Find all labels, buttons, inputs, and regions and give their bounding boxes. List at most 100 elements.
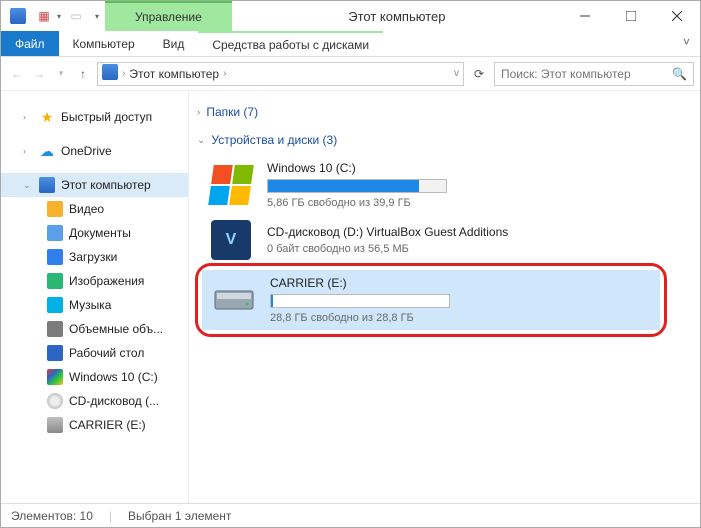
drive-icon (47, 369, 63, 385)
close-button[interactable] (654, 1, 700, 31)
group-label: Папки (7) (206, 105, 258, 119)
sidebar-item-drive-c[interactable]: Windows 10 (C:) (1, 365, 188, 389)
minimize-button[interactable] (562, 1, 608, 31)
drive-list: Windows 10 (C:) 5,86 ГБ свободно из 39,9… (191, 155, 690, 337)
address-row: ← → ▾ ↑ › Этот компьютер › v ⟳ 🔍 (1, 57, 700, 91)
recent-dropdown-icon[interactable]: ▾ (51, 64, 71, 84)
new-folder-icon[interactable]: ▭ (65, 5, 87, 27)
sidebar-item-label: CD-дисковод (... (69, 394, 159, 408)
maximize-button[interactable] (608, 1, 654, 31)
objects-icon (47, 321, 63, 337)
drive-info: CARRIER (E:) 28,8 ГБ свободно из 28,8 ГБ (270, 276, 652, 324)
nav-tree: › ★ Быстрый доступ › ☁ OneDrive ⌄ Этот к… (1, 91, 189, 503)
sidebar-item-label: OneDrive (61, 144, 112, 158)
search-input[interactable] (501, 67, 666, 81)
breadcrumb-sep-icon[interactable]: › (223, 68, 226, 79)
drive-name: CD-дисковод (D:) VirtualBox Guest Additi… (267, 225, 651, 239)
sidebar-item-documents[interactable]: Документы (1, 221, 188, 245)
search-icon[interactable]: 🔍 (672, 67, 687, 81)
sidebar-item-label: Загрузки (69, 250, 117, 264)
pc-icon (39, 177, 55, 193)
drive-icon (47, 417, 63, 433)
window-title: Этот компьютер (232, 1, 562, 31)
tab-computer[interactable]: Компьютер (59, 31, 149, 56)
group-label: Устройства и диски (3) (211, 133, 337, 147)
back-button[interactable]: ← (7, 64, 27, 84)
group-devices[interactable]: ⌄ Устройства и диски (3) (191, 127, 690, 155)
drive-e[interactable]: CARRIER (E:) 28,8 ГБ свободно из 28,8 ГБ (202, 270, 660, 330)
sidebar-item-drive-e[interactable]: CARRIER (E:) (1, 413, 188, 437)
pc-icon (7, 5, 29, 27)
sidebar-item-label: Документы (69, 226, 131, 240)
address-dropdown-icon[interactable]: v (454, 68, 459, 79)
drive-free-text: 5,86 ГБ свободно из 39,9 ГБ (267, 197, 651, 209)
nav-arrows: ← → ▾ ↑ (7, 64, 93, 84)
downloads-icon (47, 249, 63, 265)
drive-d[interactable]: V CD-дисковод (D:) VirtualBox Guest Addi… (199, 217, 659, 263)
sidebar-item-label: Этот компьютер (61, 178, 151, 192)
address-actions: ⟳ (468, 67, 490, 81)
ribbon-expand-icon[interactable]: ˅ (673, 31, 700, 56)
sidebar-item-desktop[interactable]: Рабочий стол (1, 341, 188, 365)
properties-icon[interactable]: ▦ (33, 5, 55, 27)
status-bar: Элементов: 10 | Выбран 1 элемент (1, 503, 700, 527)
sidebar-item-pictures[interactable]: Изображения (1, 269, 188, 293)
sidebar-item-onedrive[interactable]: › ☁ OneDrive (1, 139, 188, 163)
address-bar[interactable]: › Этот компьютер › v (97, 62, 464, 86)
content-pane: › Папки (7) ⌄ Устройства и диски (3) Win… (189, 91, 700, 503)
window-controls (562, 1, 700, 31)
documents-icon (47, 225, 63, 241)
collapse-icon[interactable]: ⌄ (23, 180, 33, 191)
chevron-right-icon[interactable]: › (197, 107, 200, 118)
sidebar-item-quick-access[interactable]: › ★ Быстрый доступ (1, 105, 188, 129)
drive-c[interactable]: Windows 10 (C:) 5,86 ГБ свободно из 39,9… (199, 155, 659, 215)
sidebar-item-3d-objects[interactable]: Объемные объ... (1, 317, 188, 341)
sidebar-item-label: Изображения (69, 274, 144, 288)
qat-menu-icon[interactable]: ▾ (95, 12, 99, 21)
group-folders[interactable]: › Папки (7) (191, 99, 690, 127)
ribbon-tabs: Файл Компьютер Вид Средства работы с дис… (1, 31, 700, 57)
sidebar-item-downloads[interactable]: Загрузки (1, 245, 188, 269)
sidebar-item-this-pc[interactable]: ⌄ Этот компьютер (1, 173, 188, 197)
quick-access-toolbar: ▦▾ ▭ ▾ (1, 1, 105, 31)
hdd-drive-icon (210, 280, 258, 320)
highlight-annotation: CARRIER (E:) 28,8 ГБ свободно из 28,8 ГБ (195, 263, 667, 337)
drive-name: Windows 10 (C:) (267, 161, 651, 175)
body: › ★ Быстрый доступ › ☁ OneDrive ⌄ Этот к… (1, 91, 700, 503)
chevron-down-icon[interactable]: ▾ (57, 12, 61, 21)
expand-icon[interactable]: › (23, 146, 33, 156)
contextual-tab-title: Управление (105, 1, 232, 31)
drive-free-text: 28,8 ГБ свободно из 28,8 ГБ (270, 312, 652, 324)
tab-view[interactable]: Вид (149, 31, 199, 56)
music-icon (47, 297, 63, 313)
forward-button[interactable]: → (29, 64, 49, 84)
breadcrumb-sep-icon[interactable]: › (122, 68, 125, 79)
sidebar-item-label: Рабочий стол (69, 346, 144, 360)
explorer-window: ▦▾ ▭ ▾ Управление Этот компьютер Файл Ко… (0, 0, 701, 528)
drive-free-text: 0 байт свободно из 56,5 МБ (267, 243, 651, 255)
sidebar-item-label: Видео (69, 202, 104, 216)
sidebar-item-label: Быстрый доступ (61, 110, 152, 124)
tab-disk-tools[interactable]: Средства работы с дисками (198, 31, 383, 56)
up-button[interactable]: ↑ (73, 64, 93, 84)
pc-icon (102, 64, 118, 83)
sidebar-item-music[interactable]: Музыка (1, 293, 188, 317)
search-box[interactable]: 🔍 (494, 62, 694, 86)
breadcrumb[interactable]: Этот компьютер (129, 67, 219, 81)
chevron-down-icon[interactable]: ⌄ (197, 135, 205, 146)
sidebar-item-videos[interactable]: Видео (1, 197, 188, 221)
drive-name: CARRIER (E:) (270, 276, 652, 290)
cloud-icon: ☁ (39, 143, 55, 159)
titlebar: ▦▾ ▭ ▾ Управление Этот компьютер (1, 1, 700, 31)
status-selection: Выбран 1 элемент (128, 509, 231, 523)
sidebar-item-drive-d[interactable]: CD-дисковод (... (1, 389, 188, 413)
drive-info: Windows 10 (C:) 5,86 ГБ свободно из 39,9… (267, 161, 651, 209)
cd-icon (47, 393, 63, 409)
refresh-icon[interactable]: ⟳ (474, 67, 484, 81)
sidebar-item-label: Объемные объ... (69, 322, 163, 336)
expand-icon[interactable]: › (23, 112, 33, 122)
capacity-bar (267, 179, 447, 193)
tab-file[interactable]: Файл (1, 31, 59, 56)
star-icon: ★ (39, 109, 55, 125)
status-item-count: Элементов: 10 (11, 509, 93, 523)
